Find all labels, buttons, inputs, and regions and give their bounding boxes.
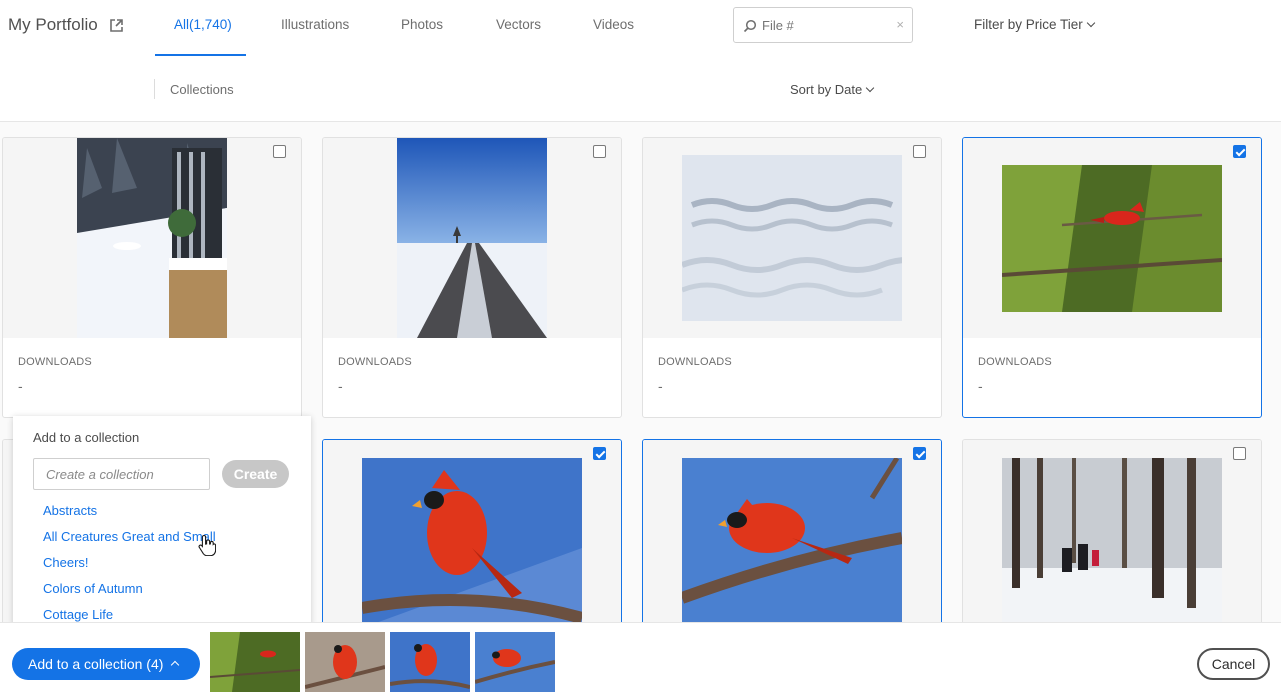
asset-card[interactable] [962,439,1262,639]
add-button-label: Add to a collection (4) [28,656,164,672]
create-collection-input[interactable] [33,458,210,490]
selection-bar: Add to a collection (4) Cancel [0,622,1281,698]
select-checkbox[interactable] [913,145,926,158]
active-tab-indicator [155,54,246,56]
page-title: My Portfolio [8,15,98,34]
tab-videos[interactable]: Videos [593,17,634,32]
collection-item[interactable]: Colors of Autumn [43,581,143,596]
tab-vectors[interactable]: Vectors [496,17,541,32]
asset-card[interactable] [322,439,622,639]
asset-thumbnail[interactable] [682,155,902,321]
search-input[interactable] [762,16,892,34]
asset-thumbnail[interactable] [1002,458,1222,628]
search-box[interactable]: × [733,7,913,43]
add-to-collection-button[interactable]: Add to a collection (4) [12,648,200,680]
filter-label: Filter by Price Tier [974,17,1083,32]
select-checkbox[interactable] [1233,447,1246,460]
select-checkbox[interactable] [593,447,606,460]
sort-dropdown[interactable]: Sort by Date [790,82,875,97]
external-link-icon[interactable] [109,18,124,33]
downloads-value: - [338,378,343,394]
selected-thumbnail[interactable] [475,632,555,692]
asset-thumbnail[interactable] [362,458,582,628]
asset-card[interactable]: DOWNLOADS - [2,137,302,418]
sort-label: Sort by Date [790,82,863,97]
tab-all[interactable]: All(1,740) [174,17,232,32]
selected-thumbnail[interactable] [305,632,385,692]
clear-icon[interactable]: × [896,17,904,32]
select-checkbox[interactable] [1233,145,1246,158]
chevron-up-icon [170,660,180,670]
asset-thumbnail[interactable] [77,138,227,338]
asset-card[interactable]: DOWNLOADS - [642,137,942,418]
selected-thumbnail[interactable] [390,632,470,692]
downloads-label: DOWNLOADS [978,356,1052,368]
hand-cursor-icon [198,534,216,556]
popup-title: Add to a collection [33,430,140,445]
price-tier-filter[interactable]: Filter by Price Tier [974,17,1096,32]
downloads-value: - [18,378,23,394]
cancel-button[interactable]: Cancel [1197,648,1270,680]
collection-item[interactable]: Abstracts [43,503,97,518]
search-icon [743,19,757,33]
asset-thumbnail[interactable] [397,138,547,338]
downloads-label: DOWNLOADS [658,356,732,368]
collection-item[interactable]: All Creatures Great and Small [43,529,216,544]
downloads-value: - [978,378,983,394]
chevron-down-icon [1086,18,1096,28]
select-checkbox[interactable] [273,145,286,158]
asset-card[interactable] [642,439,942,639]
downloads-label: DOWNLOADS [338,356,412,368]
chevron-down-icon [866,83,875,93]
downloads-value: - [658,378,663,394]
collection-item[interactable]: Cottage Life [43,607,113,622]
collections-link[interactable]: Collections [170,82,234,97]
downloads-label: DOWNLOADS [18,356,92,368]
asset-thumbnail[interactable] [682,458,902,628]
selected-thumbnail[interactable] [210,632,300,692]
select-checkbox[interactable] [913,447,926,460]
tab-illustrations[interactable]: Illustrations [281,17,349,32]
select-checkbox[interactable] [593,145,606,158]
top-navigation: My Portfolio All(1,740) Illustrations Ph… [0,0,1281,57]
asset-thumbnail[interactable] [1002,165,1222,312]
tab-photos[interactable]: Photos [401,17,443,32]
create-button[interactable]: Create [222,460,289,488]
asset-card[interactable]: DOWNLOADS - [322,137,622,418]
add-to-collection-popup: Add to a collection Create Abstracts All… [13,416,311,626]
divider [154,79,155,99]
collection-item[interactable]: Cheers! [43,555,89,570]
asset-card[interactable]: DOWNLOADS - [962,137,1262,418]
